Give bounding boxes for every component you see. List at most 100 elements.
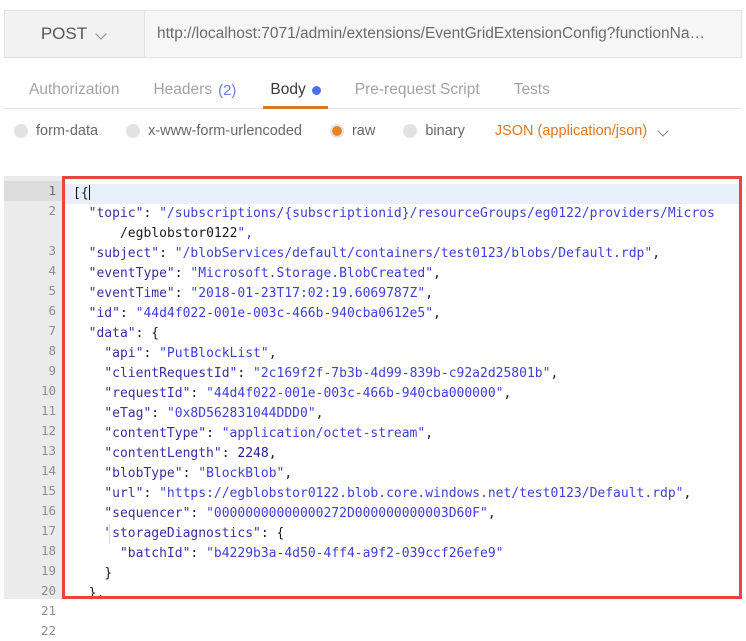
body-type-row: form-data x-www-form-urlencoded raw binary … [0,109,746,153]
content-type-selector[interactable]: JSON (application/json) [495,123,670,139]
request-bar: POST http://localhost:7071/admin/extensi… [4,10,742,58]
code-line-5[interactable]: "eventTime": "2018-01-23T17:02:19.606978… [73,284,739,304]
json-code-content[interactable]: [{ "topic": "/subscriptions/{subscriptio… [65,179,739,596]
code-line-3[interactable]: "subject": "/blobServices/default/contai… [73,244,739,264]
request-body-editor[interactable]: [{ "topic": "/subscriptions/{subscriptio… [62,176,742,599]
http-method-selector[interactable]: POST [4,10,144,58]
tab-label: Authorization [29,81,120,98]
body-type-option-label: form-data [36,123,99,139]
http-method-label: POST [40,24,88,43]
line-number-17: 17▾ [4,521,72,541]
code-line-16[interactable]: "sequencer": "00000000000000272D00000000… [73,504,739,524]
line-number-label: 11 [40,403,56,418]
code-line-11[interactable]: "eTag": "0x8D562831044DDD0", [73,404,739,424]
line-number-label: 8 [48,343,56,358]
editor-line-number-gutter: 1▾ 2 3 4 5 6 7▾ 8 9 10 11 12 13 14 15 16 17▾ 18 19 20 21 22 [4,176,72,638]
line-number-19: 19 [4,561,62,581]
line-number-label: 10 [40,383,56,398]
line-number-label: 2 [48,203,56,218]
body-type-option-label: x-www-form-urlencoded [148,123,302,139]
code-line-10[interactable]: "requestId": "44d4f022-001e-003c-466b-94… [73,384,739,404]
line-number-15: 15 [4,481,62,501]
line-number-14: 14 [4,461,62,481]
code-line-15[interactable]: "url": "https://egblobstor0122.blob.core… [73,484,739,504]
url-input[interactable]: http://localhost:7071/admin/extensions/E… [144,10,742,58]
url-text: http://localhost:7071/admin/extensions/E… [157,25,705,42]
code-line-13[interactable]: "contentLength": 2248, [73,444,739,464]
line-number-label: 6 [48,303,56,318]
code-line-9[interactable]: "clientRequestId": "2c169f2f-7b3b-4d99-8… [73,364,739,384]
line-number-label: 21 [40,603,56,618]
line-number-3: 3 [4,241,62,261]
line-number-label: 14 [40,463,56,478]
line-number-11: 11 [4,401,62,421]
line-number-4: 4 [4,261,62,281]
radio-unselected-icon[interactable] [14,124,28,138]
radio-selected-icon[interactable] [329,124,344,138]
code-line-12[interactable]: "contentType": "application/octet-stream… [73,424,739,444]
line-number-9: 9 [4,361,62,381]
line-number-label: 17 [40,523,56,538]
tab-headers[interactable]: Headers (2) [136,81,253,108]
code-line-4[interactable]: "eventType": "Microsoft.Storage.BlobCrea… [73,264,739,284]
line-number-10: 10 [4,381,62,401]
line-number-label: 4 [48,263,56,278]
line-number-2: 2 [4,201,62,221]
body-type-option-binary[interactable]: binary [403,123,465,139]
line-number-21: 21 [4,601,62,621]
line-number-label: 13 [40,443,56,458]
line-number-1: 1▾ [4,181,72,201]
tab-count-badge: (2) [218,81,237,99]
tab-label: Tests [513,81,550,98]
line-number-wrap-spacer [4,221,62,241]
line-number-label: 19 [40,563,56,578]
body-type-option-x-www-form-urlencoded[interactable]: x-www-form-urlencoded [126,123,302,139]
code-line-19[interactable]: } [73,564,739,584]
radio-unselected-icon[interactable] [403,124,418,138]
body-type-option-label: binary [425,123,465,139]
line-number-label: 3 [48,243,56,258]
tab-body[interactable]: Body [253,81,337,109]
content-type-label: JSON (application/json) [494,123,648,139]
code-line-6[interactable]: "id": "44d4f022-001e-003c-466b-940cba061… [73,304,739,324]
body-modified-dot-icon [311,85,321,95]
body-type-option-form-data[interactable]: form-data [14,123,98,139]
line-number-20: 20 [4,581,62,601]
line-number-label: 7 [48,323,56,338]
text-cursor [88,185,91,200]
body-type-option-raw[interactable]: raw [329,123,375,139]
line-number-label: 16 [40,503,56,518]
code-line-7[interactable]: "data": { [73,324,739,344]
tab-authorization[interactable]: Authorization [12,81,136,108]
code-line-18[interactable]: "batchId": "b4229b3a-4d50-4ff4-a9f2-039c… [73,544,739,564]
line-number-label: 15 [40,483,56,498]
line-number-18: 18 [4,541,62,561]
tab-pre-request-script[interactable]: Pre-request Script [338,81,497,108]
code-line-wrapped-2[interactable]: /egblobstor0122", [73,224,739,244]
line-number-label: 18 [40,543,56,558]
tab-tests[interactable]: Tests [497,81,567,108]
tab-label: Body [270,81,306,98]
line-number-6: 6 [4,301,62,321]
line-number-label: 20 [40,583,56,598]
line-number-5: 5 [4,281,62,301]
code-line-8[interactable]: "api": "PutBlockList", [73,344,739,364]
line-number-7: 7▾ [4,321,72,341]
indent-guide [109,524,110,544]
code-line-2[interactable]: "topic": "/subscriptions/{subscriptionid… [73,204,739,224]
tab-label: Pre-request Script [354,81,480,98]
chevron-down-icon [97,29,108,40]
line-number-label: 1 [48,183,56,198]
code-line-1[interactable]: [{ [65,184,739,204]
line-number-8: 8 [4,341,62,361]
line-number-22: 22 [4,621,62,641]
radio-unselected-icon[interactable] [126,124,141,138]
line-number-12: 12 [4,421,62,441]
line-number-label: 12 [40,423,56,438]
code-line-14[interactable]: "blobType": "BlockBlob", [73,464,739,484]
line-number-label: 5 [48,283,56,298]
line-number-16: 16 [4,501,62,521]
code-line-20[interactable]: }, [73,584,739,596]
request-tabs: Authorization Headers (2) Body Pre-request S… [4,70,742,109]
code-line-17[interactable]: "storageDiagnostics": { [73,524,739,544]
